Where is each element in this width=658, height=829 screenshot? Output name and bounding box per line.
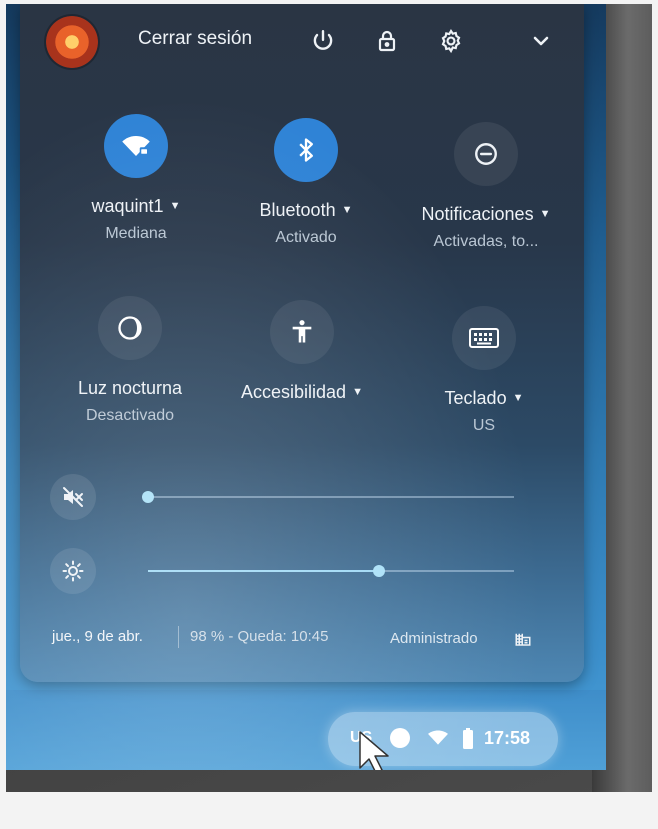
accessibility-toggle[interactable] — [270, 300, 334, 364]
tile-night-light: Luz nocturna Desactivado — [40, 296, 220, 425]
wifi-icon — [122, 136, 150, 156]
battery-status: 98 % - Queda: 10:45 — [190, 628, 329, 645]
lock-icon[interactable] — [370, 24, 404, 58]
mouse-cursor-icon — [358, 730, 398, 770]
keyboard-icon — [469, 328, 499, 348]
bluetooth-toggle[interactable] — [274, 118, 338, 182]
notifications-toggle[interactable] — [454, 122, 518, 186]
tile-wifi-label[interactable]: waquint1 ▼ — [46, 196, 226, 217]
bluetooth-icon — [299, 138, 313, 162]
volume-slider-thumb[interactable] — [142, 491, 154, 503]
tile-keyboard-status: US — [472, 417, 496, 434]
brightness-slider-fill — [148, 570, 379, 572]
chevron-down-icon[interactable] — [524, 24, 558, 58]
brightness-slider-thumb[interactable] — [372, 565, 385, 577]
tile-bluetooth: Bluetooth ▼ Activado — [216, 118, 396, 247]
signout-button[interactable]: Cerrar sesión — [138, 28, 252, 50]
enterprise-icon[interactable] — [514, 630, 532, 652]
caret-down-icon: ▼ — [539, 208, 551, 220]
brightness-icon[interactable] — [50, 548, 96, 594]
brightness-slider[interactable] — [148, 565, 514, 577]
tile-night-light-label[interactable]: Luz nocturna — [40, 378, 220, 399]
night-light-toggle[interactable] — [98, 296, 162, 360]
accessibility-label-text: Accesibilidad — [241, 382, 347, 402]
tile-accessibility-label[interactable]: Accesibilidad ▼ — [212, 382, 392, 403]
tile-keyboard: Teclado ▼ US — [394, 306, 574, 435]
wifi-network-name: waquint1 — [91, 196, 164, 216]
managed-label[interactable]: Administrado — [390, 630, 478, 647]
tile-notifications-label[interactable]: Notificaciones ▼ — [396, 204, 576, 225]
quick-settings-header: Cerrar sesión — [20, 14, 584, 74]
volume-slider-row — [50, 474, 550, 520]
do-not-disturb-icon — [475, 143, 497, 165]
tile-wifi: waquint1 ▼ Mediana — [46, 114, 226, 243]
avatar[interactable] — [46, 16, 98, 68]
keyboard-label-text: Teclado — [444, 388, 507, 408]
power-icon[interactable] — [306, 24, 340, 58]
night-light-icon — [118, 316, 142, 340]
screen: Cerrar sesión waquint1 ▼ Mediana Bluetoo… — [6, 4, 606, 770]
volume-slider[interactable] — [142, 491, 514, 503]
battery-icon — [462, 728, 474, 755]
caret-down-icon: ▼ — [512, 392, 524, 404]
volume-muted-icon[interactable] — [50, 474, 96, 520]
gear-icon[interactable] — [434, 24, 468, 58]
tile-notifications: Notificaciones ▼ Activadas, to... — [396, 122, 576, 251]
footer-divider — [178, 626, 179, 648]
wifi-toggle[interactable] — [104, 114, 168, 178]
tile-accessibility: Accesibilidad ▼ — [212, 300, 392, 403]
caret-down-icon: ▼ — [352, 386, 363, 398]
caret-down-icon: ▼ — [169, 200, 181, 212]
date-button[interactable]: jue., 9 de abr. — [52, 628, 143, 645]
tile-night-light-status: Desactivado — [85, 407, 175, 424]
brightness-slider-row — [50, 548, 550, 594]
tile-notifications-status: Activadas, to... — [433, 233, 539, 250]
caret-down-icon: ▼ — [341, 204, 353, 216]
quick-settings-footer: jue., 9 de abr. 98 % - Queda: 10:45 Admi… — [20, 622, 584, 652]
bluetooth-label-text: Bluetooth — [259, 200, 336, 220]
accessibility-icon — [292, 320, 312, 343]
wifi-icon — [428, 730, 448, 751]
quick-settings-panel: Cerrar sesión waquint1 ▼ Mediana Bluetoo… — [20, 4, 584, 682]
tile-keyboard-label[interactable]: Teclado ▼ — [394, 388, 574, 409]
tile-bluetooth-status: Activado — [275, 229, 337, 246]
tile-wifi-status: Mediana — [105, 225, 167, 242]
notifications-label-text: Notificaciones — [421, 204, 534, 224]
tile-bluetooth-label[interactable]: Bluetooth ▼ — [216, 200, 396, 221]
clock-time: 17:58 — [484, 728, 531, 748]
keyboard-toggle[interactable] — [452, 306, 516, 370]
